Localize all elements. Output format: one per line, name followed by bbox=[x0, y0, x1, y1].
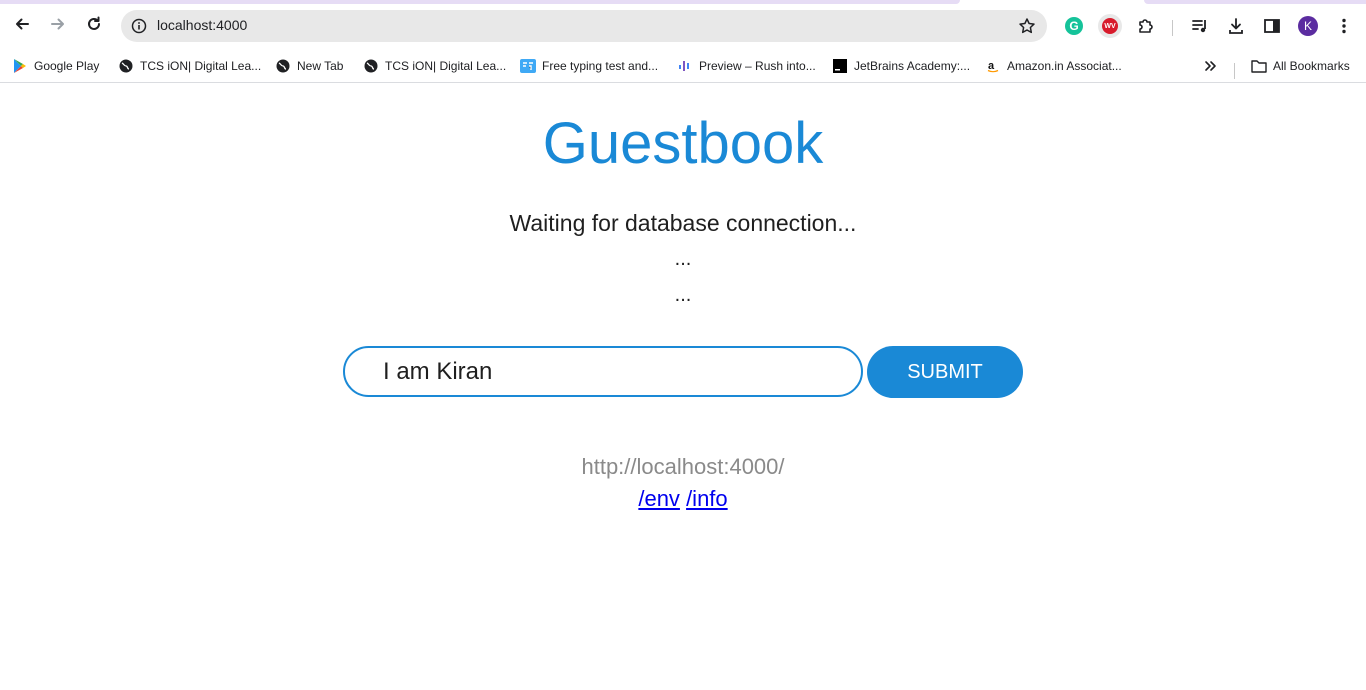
forward-button[interactable] bbox=[44, 10, 72, 38]
star-icon bbox=[1019, 18, 1035, 34]
wv-icon: WV bbox=[1102, 18, 1118, 34]
all-bookmarks-button[interactable]: All Bookmarks bbox=[1251, 55, 1350, 77]
side-panel-icon bbox=[1264, 19, 1280, 33]
bookmark-star-button[interactable] bbox=[1017, 16, 1037, 36]
wv-icon-badge: WV bbox=[1098, 14, 1122, 38]
reload-button[interactable] bbox=[80, 10, 108, 38]
toolbar-separator bbox=[1172, 20, 1173, 36]
bookmark-tcs-ion-2[interactable]: TCS iON| Digital Lea... bbox=[363, 55, 506, 77]
avatar: K bbox=[1298, 16, 1318, 36]
chevron-double-right-icon bbox=[1205, 61, 1216, 71]
bookmark-free-typing-test[interactable]: Free typing test and... bbox=[520, 55, 658, 77]
env-link[interactable]: /env bbox=[638, 486, 680, 511]
bookmark-label: TCS iON| Digital Lea... bbox=[385, 59, 507, 73]
forward-arrow-icon bbox=[51, 18, 64, 30]
download-icon bbox=[1229, 18, 1243, 34]
wv-extension[interactable]: WV bbox=[1098, 14, 1122, 38]
address-bar[interactable]: localhost:4000 bbox=[121, 10, 1047, 42]
jetbrains-icon bbox=[832, 58, 848, 74]
links-row: /env /info bbox=[0, 486, 1366, 512]
more-vert-icon bbox=[1342, 18, 1346, 34]
bookmark-new-tab[interactable]: New Tab bbox=[275, 55, 343, 77]
globe-icon bbox=[363, 58, 379, 74]
extensions-button[interactable] bbox=[1134, 14, 1158, 38]
info-icon bbox=[131, 18, 147, 34]
bookmark-label: TCS iON| Digital Lea... bbox=[140, 59, 262, 73]
bookmarks-separator bbox=[1234, 63, 1235, 79]
url-text[interactable]: localhost:4000 bbox=[157, 17, 247, 33]
page-title: Guestbook bbox=[542, 111, 824, 176]
all-bookmarks-label: All Bookmarks bbox=[1273, 59, 1350, 73]
grammarly-extension[interactable]: G bbox=[1062, 14, 1086, 38]
bookmark-label: Google Play bbox=[34, 59, 100, 73]
bookmarks-bar: Google Play TCS iON| Digital Lea... New … bbox=[0, 48, 1366, 83]
bookmarks-overflow-button[interactable] bbox=[1203, 55, 1219, 77]
status-ellipsis-1: ... bbox=[674, 248, 692, 270]
preview-icon bbox=[677, 58, 693, 74]
submit-button[interactable]: SUBMIT bbox=[867, 346, 1023, 398]
bookmark-label: Preview – Rush into... bbox=[699, 59, 816, 73]
downloads-button[interactable] bbox=[1224, 14, 1248, 38]
bookmark-google-play[interactable]: Google Play bbox=[12, 55, 99, 77]
bookmark-label: JetBrains Academy:... bbox=[854, 59, 971, 73]
typing-icon bbox=[520, 58, 536, 74]
profile-button[interactable]: K bbox=[1296, 14, 1320, 38]
side-panel-button[interactable] bbox=[1260, 14, 1284, 38]
bookmark-label: Amazon.in Associat... bbox=[1007, 59, 1122, 73]
globe-icon bbox=[275, 58, 291, 74]
page-content: Guestbook Waiting for database connectio… bbox=[0, 84, 1366, 690]
site-info-button[interactable] bbox=[127, 14, 151, 38]
grammarly-icon: G bbox=[1065, 17, 1083, 35]
google-play-icon bbox=[12, 58, 28, 74]
amazon-icon: a bbox=[985, 58, 1001, 74]
puzzle-icon bbox=[1139, 19, 1153, 33]
browser-toolbar: localhost:4000 G WV K bbox=[0, 4, 1366, 48]
svg-text:a: a bbox=[988, 60, 995, 72]
queue-music-icon bbox=[1192, 20, 1206, 33]
info-link[interactable]: /info bbox=[686, 486, 728, 511]
bookmark-tcs-ion-1[interactable]: TCS iON| Digital Lea... bbox=[118, 55, 261, 77]
back-arrow-icon bbox=[16, 18, 29, 30]
bookmark-jetbrains-academy[interactable]: JetBrains Academy:... bbox=[832, 55, 970, 77]
bookmark-label: Free typing test and... bbox=[542, 59, 659, 73]
folder-icon bbox=[1251, 58, 1267, 74]
media-control-button[interactable] bbox=[1188, 14, 1212, 38]
bookmark-preview-rush[interactable]: Preview – Rush into... bbox=[677, 55, 816, 77]
bookmark-amazon-associates[interactable]: a Amazon.in Associat... bbox=[985, 55, 1122, 77]
status-ellipsis-2: ... bbox=[674, 284, 692, 306]
browser-menu-button[interactable] bbox=[1332, 14, 1356, 38]
guestbook-entry-input[interactable] bbox=[343, 346, 863, 397]
globe-icon bbox=[118, 58, 134, 74]
back-button[interactable] bbox=[8, 10, 36, 38]
host-address: http://localhost:4000/ bbox=[581, 454, 785, 479]
reload-icon bbox=[88, 16, 100, 30]
bookmark-label: New Tab bbox=[297, 59, 344, 73]
status-message: Waiting for database connection... bbox=[509, 210, 857, 236]
